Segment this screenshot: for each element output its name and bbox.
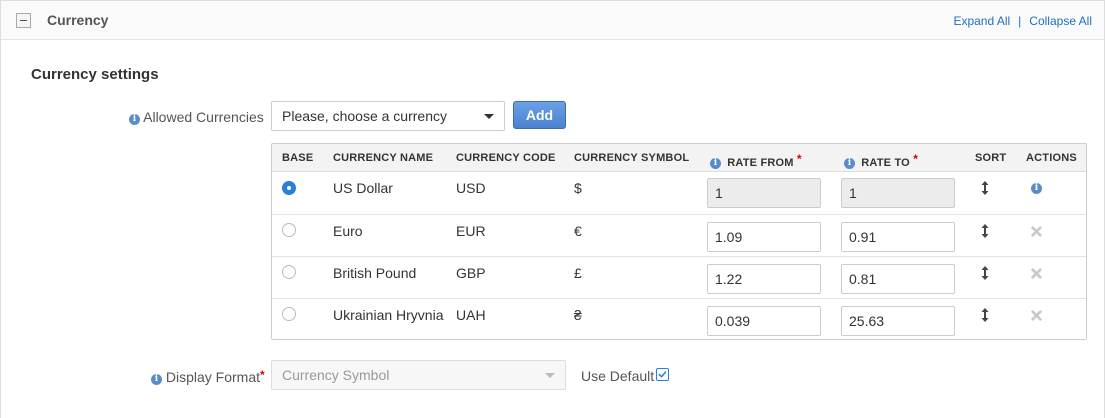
- collapse-all-link[interactable]: Collapse All: [1029, 14, 1092, 28]
- delete-icon[interactable]: [1031, 268, 1042, 279]
- panel-header: Currency Expand All | Collapse All: [1, 1, 1104, 40]
- base-radio[interactable]: [282, 265, 296, 279]
- collapse-toggle-icon[interactable]: [16, 13, 31, 28]
- currency-symbol: ₴: [574, 307, 582, 323]
- required-mark: *: [796, 152, 802, 166]
- column-header-base: BASE: [282, 152, 314, 164]
- rate-to-value: 1: [849, 185, 857, 201]
- info-icon: i: [844, 158, 855, 169]
- sort-handle-icon[interactable]: [980, 181, 990, 195]
- display-format-select-value: Currency Symbol: [282, 367, 390, 383]
- rate-from-input[interactable]: 0.039: [707, 306, 821, 336]
- currency-code: EUR: [456, 223, 486, 239]
- table-row: US Dollar USD $ 1 1 i: [272, 173, 1086, 215]
- rate-from-value: 1.09: [715, 229, 743, 245]
- use-default-label: Use Default: [581, 368, 655, 384]
- column-header-rate-from: i RATE FROM *: [710, 152, 802, 169]
- base-radio[interactable]: [282, 307, 296, 321]
- currency-select-value: Please, choose a currency: [282, 108, 447, 124]
- currency-name: US Dollar: [333, 180, 393, 196]
- info-icon: i: [151, 374, 162, 385]
- rate-to-value: 25.63: [849, 313, 885, 329]
- column-header-symbol: CURRENCY SYMBOL: [574, 152, 690, 164]
- rate-to-input[interactable]: 0.81: [841, 264, 955, 294]
- link-separator: |: [1018, 14, 1022, 28]
- info-icon: i: [710, 158, 721, 169]
- base-radio[interactable]: [282, 181, 296, 195]
- allowed-currencies-label-group: i Allowed Currencies: [129, 109, 264, 125]
- display-format-select[interactable]: Currency Symbol: [271, 360, 566, 390]
- currency-table: BASE CURRENCY NAME CURRENCY CODE CURRENC…: [271, 143, 1087, 340]
- expand-all-link[interactable]: Expand All: [953, 14, 1010, 28]
- table-header: BASE CURRENCY NAME CURRENCY CODE CURRENC…: [272, 144, 1086, 172]
- base-radio[interactable]: [282, 223, 296, 237]
- rate-to-label: RATE TO: [861, 157, 910, 169]
- display-format-label: Display Format: [165, 369, 261, 385]
- rate-from-value: 1: [715, 185, 723, 201]
- column-header-actions: ACTIONS: [1026, 152, 1077, 164]
- chevron-down-icon: [545, 373, 555, 378]
- chevron-down-icon: [484, 114, 494, 119]
- column-header-code: CURRENCY CODE: [456, 152, 556, 164]
- rate-from-value: 1.22: [715, 271, 743, 287]
- currency-select[interactable]: Please, choose a currency: [271, 101, 505, 131]
- rate-to-input[interactable]: 0.91: [841, 222, 955, 252]
- currency-name: Euro: [333, 223, 363, 239]
- sort-handle-icon[interactable]: [980, 266, 990, 280]
- rate-from-input[interactable]: 1.22: [707, 264, 821, 294]
- currency-symbol: $: [574, 180, 582, 196]
- header-links: Expand All | Collapse All: [953, 14, 1092, 28]
- sort-handle-icon[interactable]: [980, 308, 990, 322]
- table-row: Euro EUR € 1.09 0.91: [272, 215, 1086, 257]
- currency-code: UAH: [456, 307, 486, 323]
- required-mark: *: [260, 368, 265, 382]
- allowed-currencies-label: Allowed Currencies: [143, 109, 264, 125]
- currency-name: Ukrainian Hryvnia: [333, 307, 444, 323]
- currency-symbol: £: [574, 265, 582, 281]
- required-mark: *: [913, 152, 919, 166]
- section-title: Currency settings: [31, 66, 159, 83]
- rate-from-label: RATE FROM: [727, 157, 794, 169]
- rate-from-input[interactable]: 1: [707, 178, 821, 208]
- currency-code: USD: [456, 180, 486, 196]
- rate-to-value: 0.81: [849, 271, 877, 287]
- rate-from-input[interactable]: 1.09: [707, 222, 821, 252]
- rate-from-value: 0.039: [715, 313, 751, 329]
- panel-title: Currency: [47, 12, 109, 28]
- use-default-checkbox[interactable]: [656, 368, 669, 381]
- add-currency-button[interactable]: Add: [513, 101, 566, 129]
- info-icon[interactable]: i: [1031, 183, 1042, 194]
- display-format-label-group: i Display Format*: [151, 368, 265, 385]
- rate-to-input[interactable]: 25.63: [841, 306, 955, 336]
- info-icon: i: [129, 114, 140, 125]
- table-row: British Pound GBP £ 1.22 0.81: [272, 257, 1086, 299]
- column-header-rate-to: i RATE TO *: [844, 152, 918, 169]
- currency-code: GBP: [456, 265, 486, 281]
- delete-icon[interactable]: [1031, 310, 1042, 321]
- currency-symbol: €: [574, 223, 582, 239]
- sort-handle-icon[interactable]: [980, 224, 990, 238]
- rate-to-value: 0.91: [849, 229, 877, 245]
- column-header-name: CURRENCY NAME: [333, 152, 434, 164]
- rate-to-input[interactable]: 1: [841, 178, 955, 208]
- column-header-sort: SORT: [975, 152, 1007, 164]
- currency-name: British Pound: [333, 265, 417, 281]
- delete-icon[interactable]: [1031, 226, 1042, 237]
- table-row: Ukrainian Hryvnia UAH ₴ 0.039 25.63: [272, 299, 1086, 341]
